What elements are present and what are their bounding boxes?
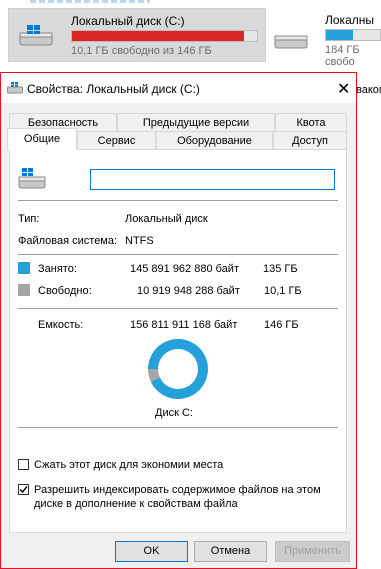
used-label: Занято: [38, 263, 77, 275]
tab-quota[interactable]: Квота [275, 113, 347, 131]
drive-c-icon [19, 25, 53, 50]
drive-d-usage-fill [326, 30, 353, 40]
index-label-line1[interactable]: Разрешить индексировать содержимое файло… [34, 484, 321, 496]
drive-tile-d[interactable]: Локалны 184 ГБ свобо [272, 8, 381, 68]
explorer-side-text: вакоп [356, 84, 381, 96]
drive-d-name: Локалны [325, 13, 374, 27]
disk-caption: Диск C: [155, 407, 193, 419]
separator-mid [18, 254, 338, 255]
free-gb: 10,1 ГБ [264, 285, 302, 297]
type-label: Тип: [18, 213, 40, 225]
drive-c-usage-bar [71, 30, 258, 42]
tab-sharing[interactable]: Доступ [273, 131, 347, 149]
free-label: Свободно: [38, 285, 92, 297]
drive-d-status: 184 ГБ свобо [325, 44, 360, 68]
drive-large-icon [18, 168, 46, 193]
tab-tools[interactable]: Сервис [77, 131, 156, 149]
separator-bottom [18, 427, 338, 428]
used-color-swatch [18, 262, 30, 274]
close-icon[interactable]: ✕ [337, 79, 350, 99]
tab-hardware[interactable]: Оборудование [156, 131, 273, 149]
index-checkbox[interactable] [18, 484, 29, 495]
type-value: Локальный диск [125, 213, 208, 225]
ok-button[interactable]: OK [115, 541, 188, 562]
drive-c-status: 10,1 ГБ свободно из 146 ГБ [71, 45, 212, 57]
filesystem-value: NTFS [125, 235, 154, 247]
used-bytes: 145 891 962 880 байт [130, 263, 239, 275]
drive-d-usage-bar [325, 29, 381, 41]
compress-checkbox[interactable] [18, 459, 29, 470]
general-tab-panel: Тип: Локальный диск Файловая система: NT… [9, 149, 347, 533]
capacity-label: Емкость: [38, 319, 84, 331]
explorer-top-cut-text [30, 0, 150, 3]
volume-label-input[interactable] [90, 169, 335, 190]
dialog-title: Свойства: Локальный диск (C:) [27, 82, 200, 96]
capacity-gb: 146 ГБ [264, 319, 299, 331]
compress-label[interactable]: Сжать этот диск для экономии места [34, 459, 223, 471]
used-gb: 135 ГБ [263, 263, 298, 275]
apply-button[interactable]: Применить [275, 541, 350, 562]
capacity-bytes: 156 811 911 168 байт [130, 319, 238, 331]
separator-capacity [18, 308, 338, 309]
drive-small-icon [7, 82, 23, 97]
filesystem-label: Файловая система: [18, 235, 118, 247]
free-bytes: 10 919 948 288 байт [137, 285, 240, 297]
disk-usage-donut [148, 339, 208, 399]
cancel-button[interactable]: Отмена [194, 541, 267, 562]
tab-general[interactable]: Общие [7, 128, 77, 150]
index-label-line2[interactable]: диске в дополнение к свойствам файла [34, 498, 238, 510]
drive-c-name: Локальный диск (C:) [71, 14, 185, 28]
drive-c-usage-fill [72, 31, 245, 41]
free-color-swatch [18, 284, 30, 296]
separator-top [18, 200, 338, 201]
drive-d-icon [274, 34, 308, 53]
properties-dialog: Свойства: Локальный диск (C:) ✕ Безопасн… [0, 72, 357, 569]
drive-tile-c[interactable]: Локальный диск (C:) 10,1 ГБ свободно из … [8, 8, 266, 62]
tab-previous-versions[interactable]: Предыдущие версии [117, 113, 275, 131]
dialog-titlebar[interactable]: Свойства: Локальный диск (C:) ✕ [1, 73, 356, 103]
